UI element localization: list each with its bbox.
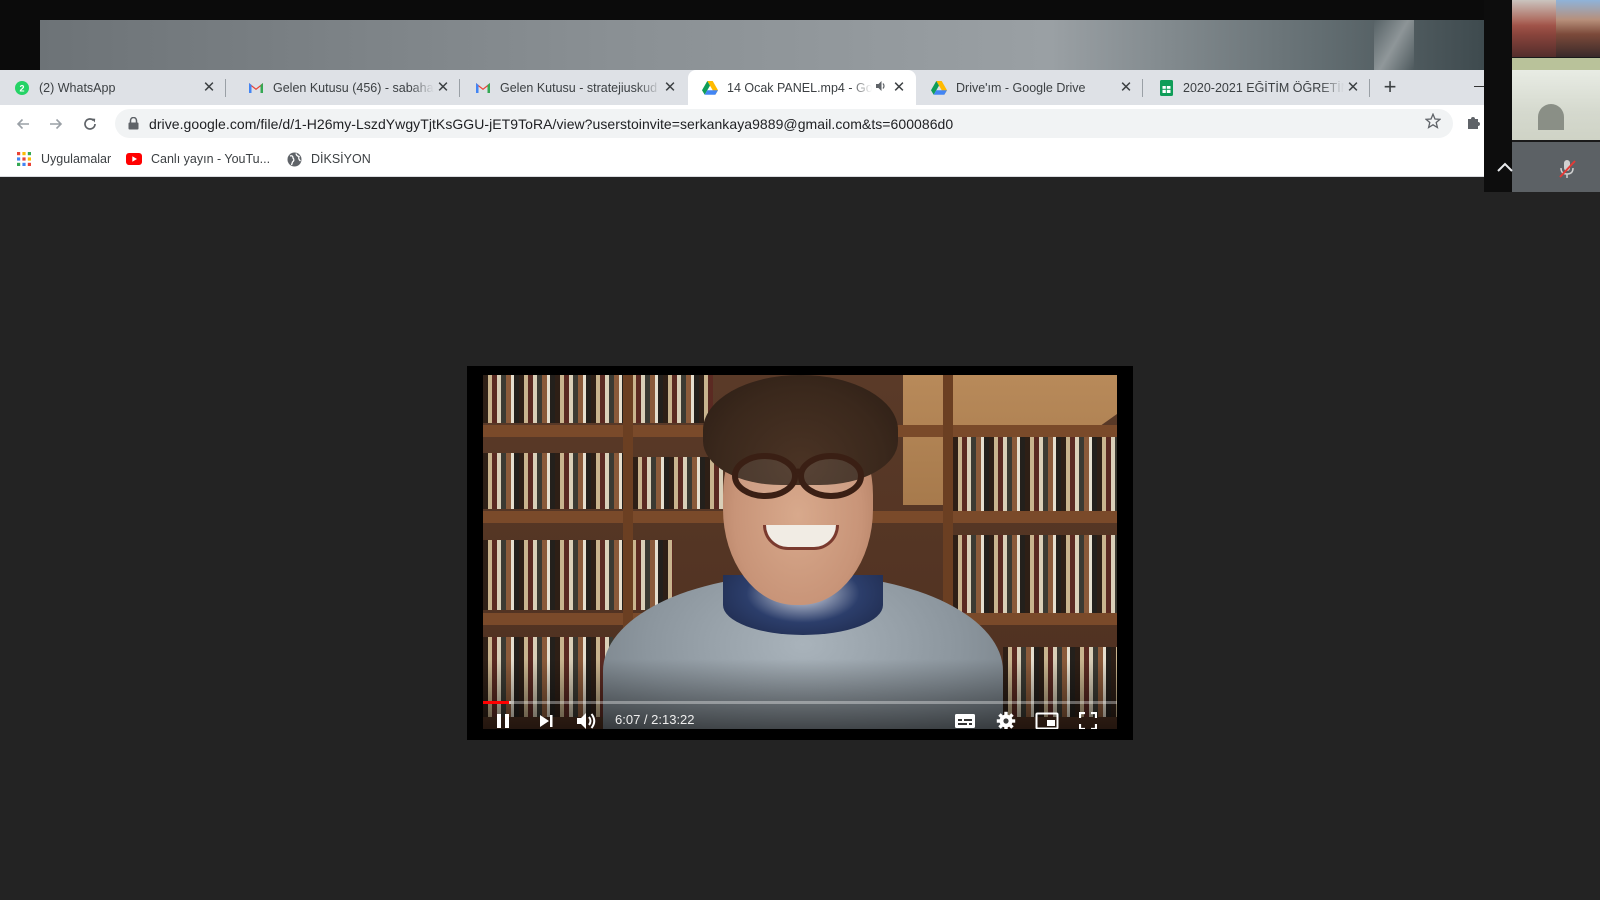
settings-gear-icon[interactable]	[994, 709, 1018, 729]
tab-separator	[1369, 79, 1370, 97]
tab-close-icon[interactable]: ✕	[434, 79, 452, 97]
gmail-icon	[248, 80, 264, 96]
chevron-up-icon[interactable]	[1494, 158, 1516, 180]
tab-separator	[225, 79, 226, 97]
browser-window: 2 (2) WhatsApp ✕ Gelen Kutusu (456) - sa…	[0, 70, 1484, 177]
pause-button[interactable]	[491, 709, 515, 729]
bookmarks-bar: Uygulamalar Canlı yayın - YouTu... DİKSİ…	[0, 142, 1484, 177]
url-text[interactable]: drive.google.com/file/d/1-H26my-LszdYwgy…	[149, 116, 1421, 132]
youtube-icon	[126, 151, 142, 167]
bookmark-diksiyon[interactable]: DİKSİYON	[286, 142, 371, 176]
minimize-window-button[interactable]	[1471, 70, 1484, 105]
bookmark-youtube-live[interactable]: Canlı yayın - YouTu...	[126, 142, 270, 176]
google-drive-icon	[931, 80, 947, 96]
participant-thumbnail[interactable]	[1512, 0, 1600, 57]
new-tab-button[interactable]: +	[1377, 75, 1403, 101]
bookmark-apps[interactable]: Uygulamalar	[16, 142, 111, 176]
bookmark-label: Canlı yayın - YouTu...	[151, 152, 271, 166]
subtitles-icon[interactable]	[953, 709, 977, 729]
tab-close-icon[interactable]: ✕	[890, 79, 908, 97]
google-drive-icon	[702, 80, 718, 96]
video-frame[interactable]: 6:07 / 2:13:22	[483, 375, 1117, 729]
next-button[interactable]	[534, 709, 558, 729]
whatsapp-icon: 2	[14, 80, 30, 96]
back-button[interactable]	[11, 112, 35, 136]
tab-title: 2020-2021 EĞİTİM ÖĞRETİM	[1183, 80, 1344, 95]
reload-button[interactable]	[78, 112, 102, 136]
tab-separator	[459, 79, 460, 97]
google-sheets-icon	[1158, 79, 1174, 96]
miniplayer-icon[interactable]	[1035, 709, 1059, 729]
participant-thumbnail[interactable]	[1512, 70, 1600, 140]
video-progress-bar[interactable]	[483, 701, 1117, 704]
bookshelf-row	[483, 540, 673, 610]
participant-thumbnail[interactable]	[1512, 58, 1600, 70]
background-window-strip	[0, 0, 1484, 70]
tab-sheets[interactable]: 2020-2021 EĞİTİM ÖĞRETİM ✕	[1144, 70, 1370, 105]
played-progress	[483, 701, 509, 704]
video-player[interactable]: 6:07 / 2:13:22	[467, 366, 1133, 740]
bookshelf-row	[953, 435, 1117, 511]
bookmark-label: Uygulamalar	[41, 152, 112, 166]
microphone-muted-icon[interactable]	[1556, 158, 1580, 182]
person-glasses	[732, 453, 864, 499]
blurred-window	[40, 20, 1484, 70]
gmail-icon	[475, 80, 491, 96]
lock-icon[interactable]	[125, 117, 141, 130]
tab-gmail-sabahat[interactable]: Gelen Kutusu (456) - sabahat ✕	[234, 70, 460, 105]
svg-text:2: 2	[19, 83, 24, 93]
tab-title: Gelen Kutusu (456) - sabahat	[273, 80, 434, 95]
bookmark-label: DİKSİYON	[311, 152, 371, 166]
bookmark-star-icon[interactable]	[1421, 112, 1445, 134]
tab-close-icon[interactable]: ✕	[661, 79, 679, 97]
bookshelf-row	[633, 457, 723, 509]
tab-title: 14 Ocak PANEL.mp4 - Go	[727, 80, 872, 95]
browser-toolbar: drive.google.com/file/d/1-H26my-LszdYwgy…	[0, 105, 1484, 142]
tab-my-drive[interactable]: Drive'ım - Google Drive ✕	[917, 70, 1143, 105]
tab-close-icon[interactable]: ✕	[1117, 79, 1135, 97]
tab-title: (2) WhatsApp	[39, 80, 116, 95]
volume-icon[interactable]	[575, 709, 599, 729]
tab-close-icon[interactable]: ✕	[200, 79, 218, 97]
tab-separator	[1142, 79, 1143, 97]
tab-close-icon[interactable]: ✕	[1344, 79, 1362, 97]
fullscreen-icon[interactable]	[1076, 709, 1100, 729]
address-bar[interactable]: drive.google.com/file/d/1-H26my-LszdYwgy…	[115, 109, 1453, 138]
bookshelf-row	[483, 453, 623, 509]
time-display: 6:07 / 2:13:22	[615, 712, 695, 727]
tab-whatsapp[interactable]: 2 (2) WhatsApp ✕	[0, 70, 226, 105]
tab-panel-video[interactable]: 14 Ocak PANEL.mp4 - Go ✕	[688, 70, 916, 105]
extensions-puzzle-icon[interactable]	[1465, 111, 1484, 135]
tab-strip: 2 (2) WhatsApp ✕ Gelen Kutusu (456) - sa…	[0, 70, 1484, 105]
apps-grid-icon	[16, 151, 32, 167]
tab-audio-icon[interactable]	[872, 80, 890, 95]
forward-button[interactable]	[44, 112, 68, 136]
bookshelf-row	[953, 535, 1117, 625]
tab-title: Drive'ım - Google Drive	[956, 80, 1086, 95]
tab-gmail-strateji[interactable]: Gelen Kutusu - stratejiuskud ✕	[461, 70, 687, 105]
globe-icon	[286, 151, 302, 167]
tab-title: Gelen Kutusu - stratejiuskud	[500, 80, 658, 95]
bookshelf-row	[483, 375, 713, 423]
